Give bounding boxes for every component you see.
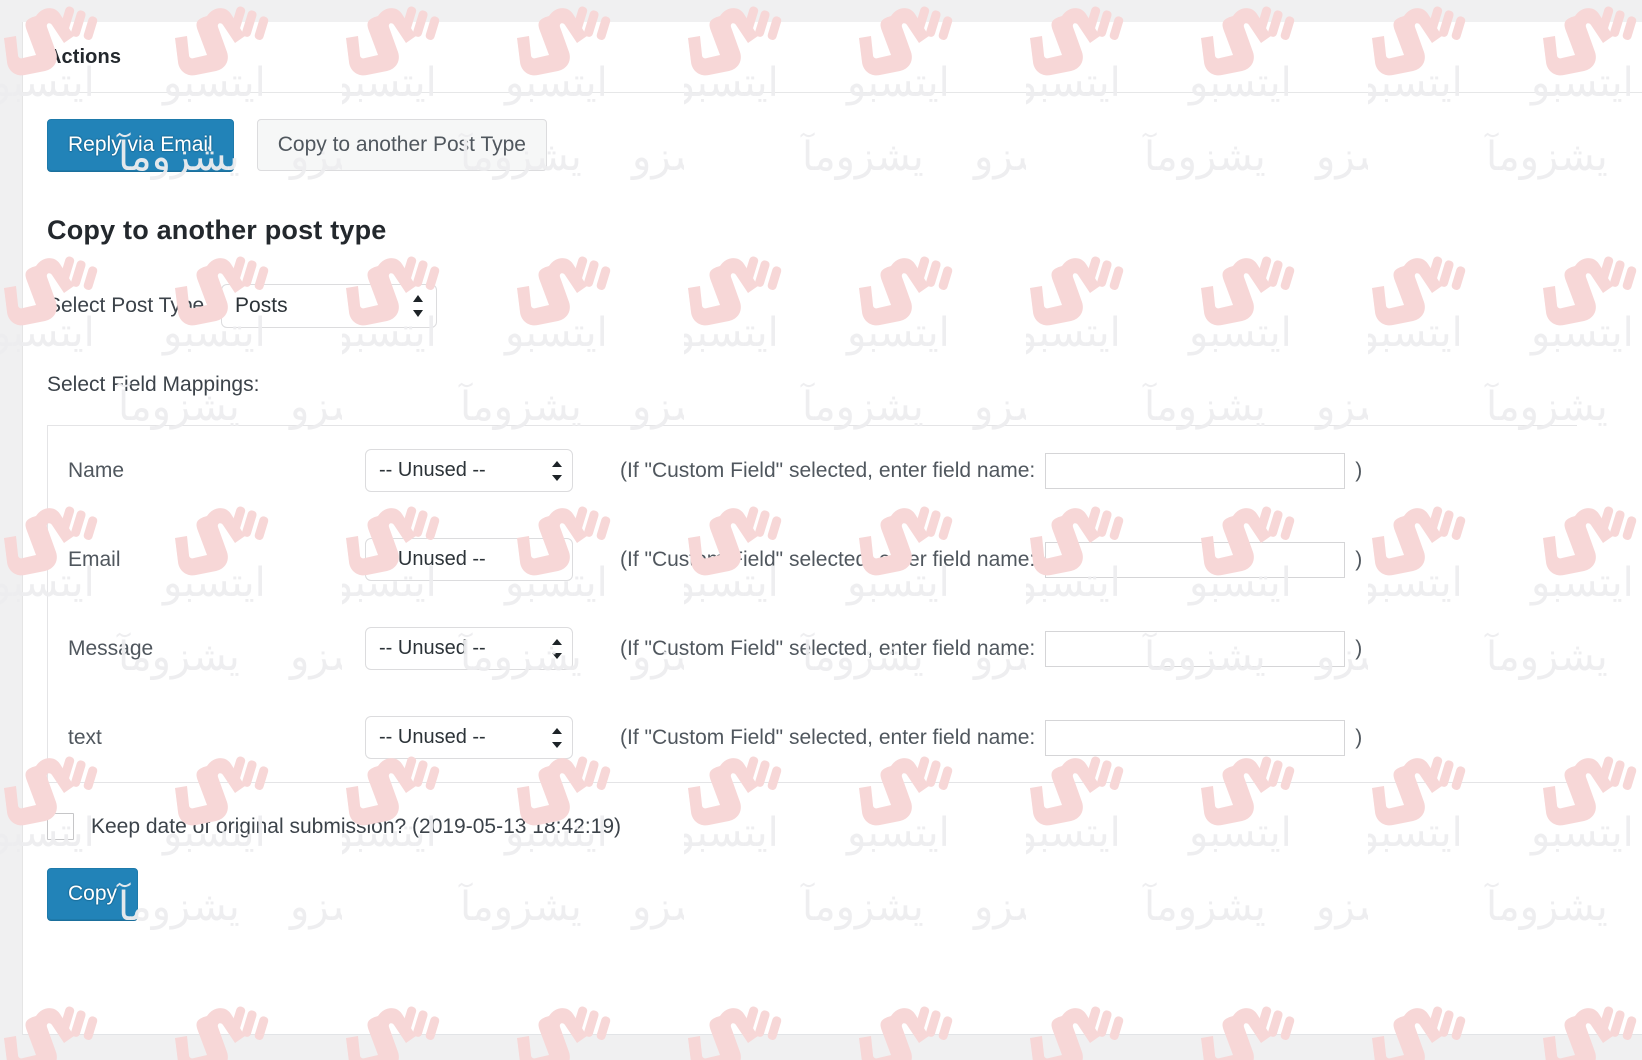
closing-paren: ) [1355,547,1363,571]
closing-paren: ) [1355,458,1363,482]
keep-date-label: Keep date of original submission? (2019-… [91,814,622,838]
field-mapping-select[interactable]: -- Unused -- [365,449,573,492]
custom-field-name-input[interactable] [1045,452,1346,489]
post-type-row: Select Post Type: Posts [47,284,1642,328]
actions-metabox-panel: Actions Reply via Email Copy to another … [22,22,1642,1035]
keep-date-row: Keep date of original submission? (2019-… [47,813,1642,840]
table-row: text -- Unused -- (If "Custom Field" sel… [48,693,1577,782]
field-mapping-select[interactable]: -- Unused -- [365,627,573,670]
field-name-label: Email [68,547,121,571]
field-mapping-select-cell: -- Unused -- [365,716,620,759]
field-name-label: text [68,725,102,749]
copy-submit-button[interactable]: Copy [47,868,139,920]
custom-field-hint: (If "Custom Field" selected, enter field… [620,725,1036,749]
panel-body: Reply via Email Copy to another Post Typ… [23,93,1642,950]
custom-field-name-input[interactable] [1045,630,1346,667]
field-mapping-select[interactable]: -- Unused -- [365,538,573,581]
field-mapping-select[interactable]: -- Unused -- [365,716,573,759]
custom-field-name-input[interactable] [1045,719,1346,756]
table-row: Message -- Unused -- (If "Custom Field" … [48,604,1577,693]
field-name-label: Name [68,458,125,482]
custom-field-hint: (If "Custom Field" selected, enter field… [620,458,1036,482]
custom-field-hint: (If "Custom Field" selected, enter field… [620,547,1036,571]
closing-paren: ) [1355,725,1363,749]
custom-field-name-input[interactable] [1045,541,1346,578]
custom-field-hint: (If "Custom Field" selected, enter field… [620,636,1036,660]
copy-section-title: Copy to another post type [47,215,387,245]
field-mapping-select-cell: -- Unused -- [365,449,620,492]
reply-via-email-button[interactable]: Reply via Email [47,119,234,171]
keep-date-checkbox[interactable] [47,813,74,840]
table-row: Email -- Unused -- (If "Custom Field" se… [48,515,1577,604]
closing-paren: ) [1355,636,1363,660]
field-name-label: Message [68,636,154,660]
custom-field-cell: (If "Custom Field" selected, enter field… [620,452,1363,489]
table-row: Name -- Unused -- (If "Custom Field" sel… [48,426,1577,515]
actions-toolbar: Reply via Email Copy to another Post Typ… [47,119,1642,171]
copy-to-another-post-type-button[interactable]: Copy to another Post Type [256,119,547,171]
custom-field-cell: (If "Custom Field" selected, enter field… [620,541,1363,578]
field-mappings-table: Name -- Unused -- (If "Custom Field" sel… [47,425,1577,783]
post-type-select-wrapper: Posts [221,284,438,328]
post-type-select[interactable]: Posts [221,284,438,328]
field-mappings-label: Select Field Mappings: [47,373,260,396]
custom-field-cell: (If "Custom Field" selected, enter field… [620,719,1363,756]
panel-title: Actions [23,22,1642,93]
field-mapping-select-cell: -- Unused -- [365,627,620,670]
custom-field-cell: (If "Custom Field" selected, enter field… [620,630,1363,667]
field-mapping-select-cell: -- Unused -- [365,538,620,581]
post-type-label: Select Post Type: [47,294,211,317]
